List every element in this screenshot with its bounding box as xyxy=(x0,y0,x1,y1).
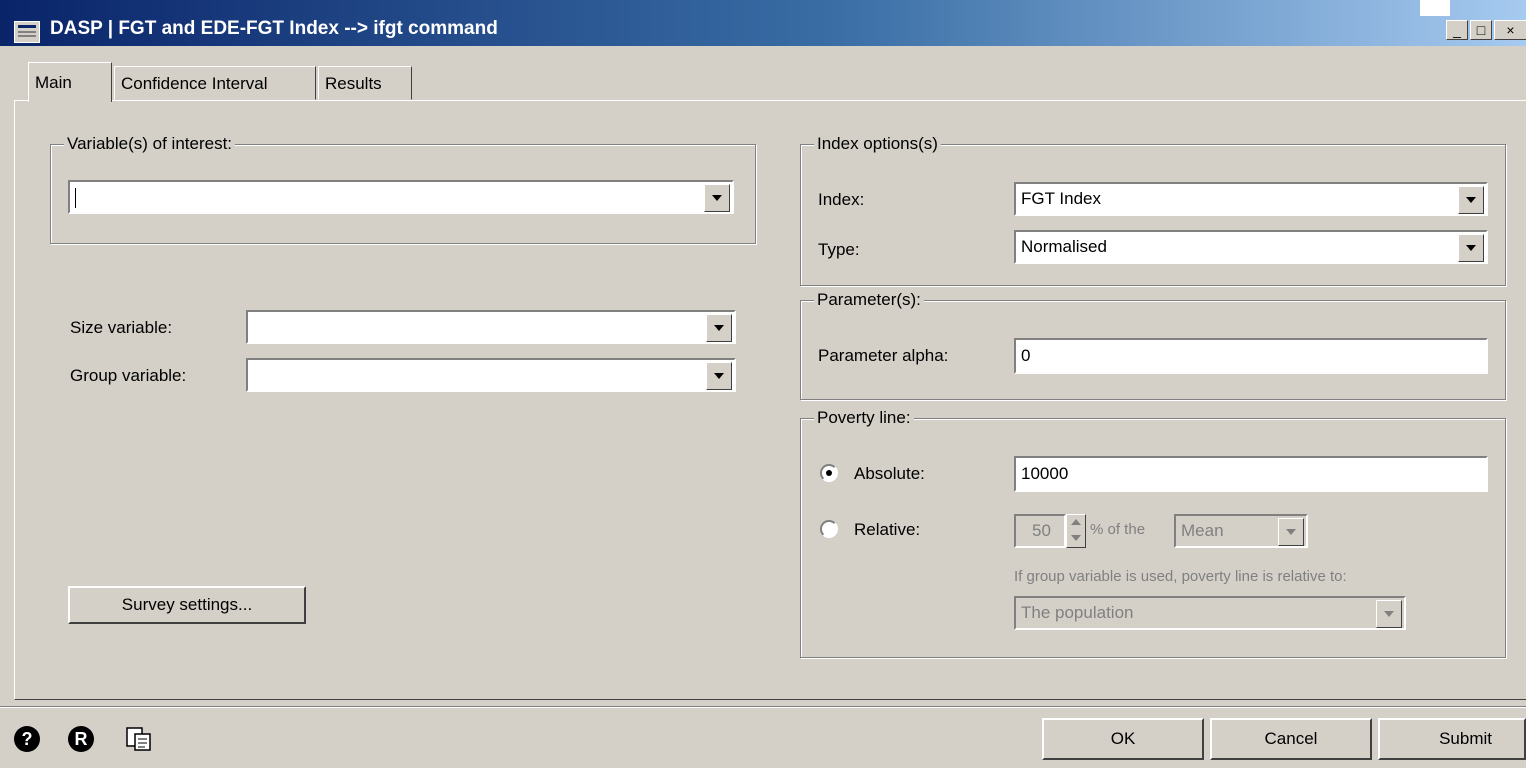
parameters-legend: Parameter(s): xyxy=(814,290,924,310)
tab-confidence-interval[interactable]: Confidence Interval xyxy=(114,66,316,100)
close-button[interactable]: × xyxy=(1494,20,1526,40)
tab-results[interactable]: Results xyxy=(318,66,412,100)
index-value: FGT Index xyxy=(1021,189,1101,208)
minimize-button[interactable]: _ xyxy=(1446,20,1468,40)
relative-percent-input[interactable]: 50 xyxy=(1014,514,1066,548)
tab-results-label: Results xyxy=(325,74,382,93)
chevron-down-icon[interactable] xyxy=(1278,518,1304,546)
chevron-down-icon[interactable] xyxy=(706,314,732,342)
chevron-down-icon[interactable] xyxy=(1458,186,1484,214)
chevron-down-icon[interactable] xyxy=(704,184,730,212)
absolute-value: 10000 xyxy=(1021,464,1069,483)
submit-button[interactable]: Submit xyxy=(1378,718,1526,760)
relative-of-value: Mean xyxy=(1181,521,1224,540)
parameter-alpha-label: Parameter alpha: xyxy=(818,346,949,365)
group-variable-label: Group variable: xyxy=(70,366,187,385)
parameter-alpha-input[interactable]: 0 xyxy=(1014,338,1488,374)
index-combo[interactable]: FGT Index xyxy=(1014,182,1488,216)
variables-combo[interactable] xyxy=(68,180,734,214)
parameter-alpha-value: 0 xyxy=(1021,346,1031,365)
text-caret xyxy=(75,188,76,208)
group-variable-combo[interactable] xyxy=(246,358,736,392)
cancel-button[interactable]: Cancel xyxy=(1210,718,1372,760)
relative-label: Relative: xyxy=(854,520,921,539)
window-title: DASP | FGT and EDE-FGT Index --> ifgt co… xyxy=(50,18,498,39)
footer-separator xyxy=(0,706,1526,708)
size-variable-label: Size variable: xyxy=(70,318,173,337)
relative-radio[interactable] xyxy=(820,520,838,538)
tab-confidence-interval-label: Confidence Interval xyxy=(121,74,268,93)
relative-of-combo[interactable]: Mean xyxy=(1174,514,1308,548)
index-options-legend: Index options(s) xyxy=(814,134,941,154)
variables-legend: Variable(s) of interest: xyxy=(64,134,236,154)
tab-main[interactable]: Main xyxy=(28,62,112,102)
spin-down-icon[interactable] xyxy=(1071,535,1081,541)
index-label: Index: xyxy=(818,190,865,209)
chevron-down-icon[interactable] xyxy=(1376,600,1402,628)
poverty-line-legend: Poverty line: xyxy=(814,408,914,428)
relative-percent-spinner[interactable] xyxy=(1066,514,1086,548)
r-icon[interactable]: R xyxy=(68,726,94,752)
absolute-label: Absolute: xyxy=(854,464,925,483)
spin-up-icon[interactable] xyxy=(1071,519,1081,525)
survey-settings-button[interactable]: Survey settings... xyxy=(68,586,306,624)
absolute-radio[interactable] xyxy=(820,464,838,482)
chevron-down-icon[interactable] xyxy=(1458,234,1484,262)
chevron-down-icon[interactable] xyxy=(706,362,732,390)
tab-main-label: Main xyxy=(35,73,72,92)
percent-of-label: % of the xyxy=(1090,521,1146,538)
maximize-button[interactable]: □ xyxy=(1470,20,1492,40)
type-label: Type: xyxy=(818,240,860,259)
type-combo[interactable]: Normalised xyxy=(1014,230,1488,264)
copy-icon[interactable] xyxy=(124,726,154,752)
relative-to-value: The population xyxy=(1021,603,1134,622)
app-icon xyxy=(14,21,40,43)
top-clip xyxy=(1420,0,1450,16)
group-relative-note: If group variable is used, poverty line … xyxy=(1014,568,1347,585)
relative-to-combo[interactable]: The population xyxy=(1014,596,1406,630)
type-value: Normalised xyxy=(1021,237,1107,256)
help-icon[interactable]: ? xyxy=(14,726,40,752)
absolute-value-input[interactable]: 10000 xyxy=(1014,456,1488,492)
size-variable-combo[interactable] xyxy=(246,310,736,344)
ok-button[interactable]: OK xyxy=(1042,718,1204,760)
relative-percent-value: 50 xyxy=(1032,521,1051,540)
